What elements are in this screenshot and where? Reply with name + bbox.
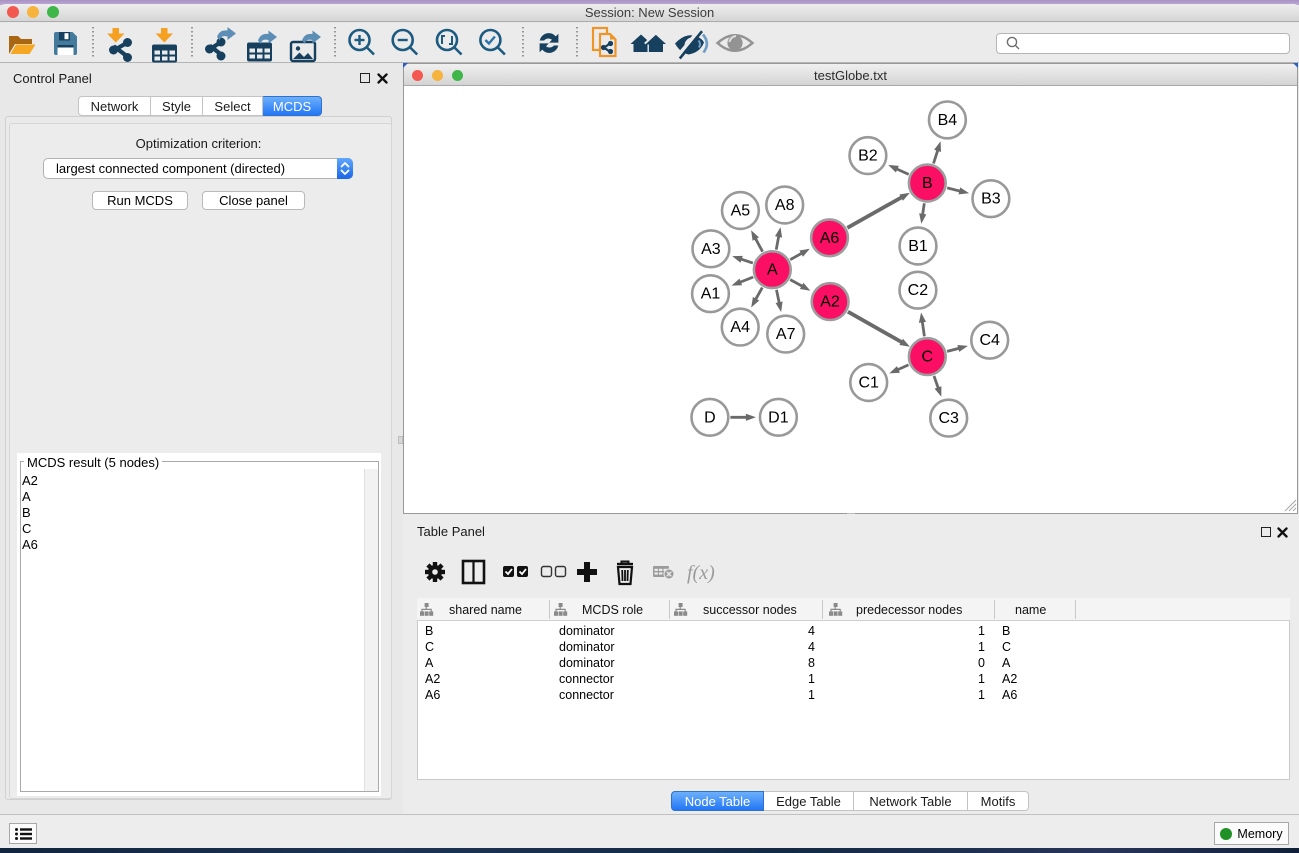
- svg-text:A7: A7: [776, 326, 796, 343]
- svg-text:A5: A5: [731, 203, 751, 220]
- svg-text:f(x): f(x): [687, 562, 715, 584]
- svg-text:A4: A4: [730, 319, 750, 336]
- svg-text:B4: B4: [938, 112, 958, 129]
- svg-text:C3: C3: [938, 410, 959, 427]
- svg-text:A: A: [767, 262, 778, 279]
- svg-text:B1: B1: [908, 238, 928, 255]
- svg-text:C: C: [922, 349, 934, 366]
- svg-text:A2: A2: [820, 294, 840, 311]
- svg-text:D1: D1: [768, 409, 789, 426]
- svg-text:B3: B3: [981, 191, 1001, 208]
- svg-text:C2: C2: [908, 282, 929, 299]
- svg-text:A8: A8: [775, 197, 795, 214]
- svg-text:C1: C1: [858, 375, 879, 392]
- svg-text:B: B: [922, 175, 933, 192]
- svg-text:D: D: [704, 409, 716, 426]
- svg-text:A3: A3: [701, 241, 721, 258]
- svg-text:C4: C4: [979, 332, 1000, 349]
- svg-text:A1: A1: [701, 286, 721, 303]
- svg-text:A6: A6: [820, 230, 840, 247]
- svg-text:B2: B2: [858, 148, 878, 165]
